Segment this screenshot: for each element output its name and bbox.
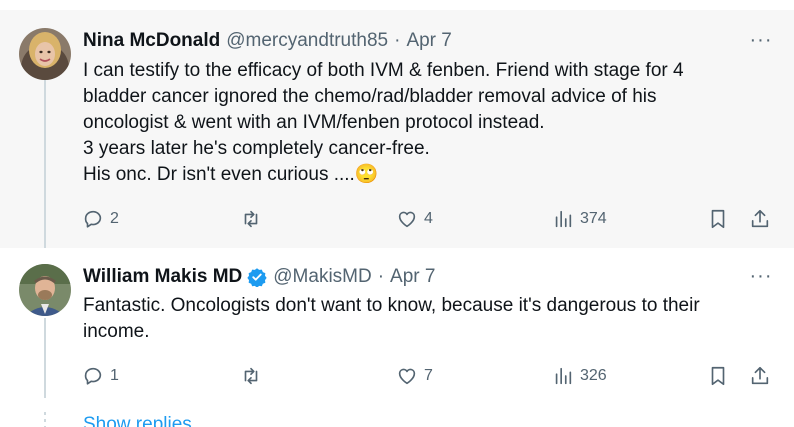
- tweet-text: Fantastic. Oncologists don't want to kno…: [83, 293, 783, 345]
- tweet-header: Nina McDonald @mercyandtruth85 · Apr 7: [83, 28, 452, 54]
- avatar-nina-mcdonald[interactable]: [19, 28, 71, 80]
- reply-icon: [84, 367, 102, 385]
- tweet-text-line: 3 years later he's completely cancer-fre…: [83, 138, 430, 159]
- more-icon[interactable]: ···: [748, 266, 774, 286]
- like-button[interactable]: 7: [396, 364, 433, 388]
- share-button[interactable]: [749, 364, 771, 388]
- separator-dot: ·: [377, 266, 385, 287]
- tweet-date[interactable]: Apr 7: [406, 30, 451, 52]
- views-icon: [555, 210, 572, 228]
- show-replies-link[interactable]: Show replies: [83, 414, 192, 427]
- bookmark-icon: [711, 366, 725, 386]
- reply-count: 2: [110, 210, 119, 227]
- tweet-text-line: I can testify to the efficacy of both IV…: [83, 60, 684, 81]
- views-button[interactable]: 326: [552, 364, 607, 388]
- tweet-text-line: oncologist & went with an IVM/fenben pro…: [83, 112, 545, 133]
- thread-dotted-line: [44, 412, 46, 427]
- views-count: 326: [580, 367, 607, 384]
- tweet-actions: 1 7 326: [82, 364, 782, 388]
- tweet-text-line: His onc. Dr isn't even curious ....🙄: [83, 164, 379, 185]
- tweet-date[interactable]: Apr 7: [390, 266, 435, 288]
- reply-icon: [84, 210, 102, 228]
- thread-line: [44, 318, 46, 398]
- author-handle[interactable]: @MakisMD: [273, 266, 371, 288]
- more-icon[interactable]: ···: [748, 30, 774, 50]
- bookmark-button[interactable]: [707, 207, 729, 231]
- reply-button[interactable]: 2: [82, 207, 119, 231]
- views-icon: [555, 367, 572, 385]
- tweet-header: William Makis MD @MakisMD · Apr 7: [83, 264, 435, 290]
- share-button[interactable]: [749, 207, 771, 231]
- tweet-text-line: bladder cancer ignored the chemo/rad/bla…: [83, 86, 657, 107]
- like-count: 4: [424, 210, 433, 227]
- views-count: 374: [580, 210, 607, 227]
- tweet-text: I can testify to the efficacy of both IV…: [83, 58, 783, 188]
- verified-badge-icon: [247, 268, 267, 287]
- like-icon: [398, 368, 416, 385]
- like-button[interactable]: 4: [396, 207, 433, 231]
- retweet-icon: [244, 367, 258, 385]
- avatar-william-makis[interactable]: [19, 264, 71, 316]
- share-icon: [751, 209, 769, 228]
- author-name[interactable]: William Makis MD: [83, 266, 242, 288]
- tweet-text-line: Fantastic. Oncologists don't want to kno…: [83, 295, 700, 316]
- retweet-icon: [244, 210, 258, 228]
- like-icon: [398, 211, 416, 228]
- author-name[interactable]: Nina McDonald: [83, 30, 220, 52]
- bookmark-button[interactable]: [707, 364, 729, 388]
- retweet-button[interactable]: [240, 207, 268, 231]
- like-count: 7: [424, 367, 433, 384]
- reply-button[interactable]: 1: [82, 364, 119, 388]
- separator-dot: ·: [394, 30, 401, 51]
- reply-count: 1: [110, 367, 119, 384]
- author-handle[interactable]: @mercyandtruth85: [226, 30, 388, 52]
- bookmark-icon: [711, 209, 725, 229]
- views-button[interactable]: 374: [552, 207, 607, 231]
- tweet-text-line: income.: [83, 321, 150, 342]
- tweet-actions: 2 4 374: [82, 207, 782, 231]
- retweet-button[interactable]: [240, 364, 268, 388]
- share-icon: [751, 366, 769, 385]
- thread-line: [44, 72, 46, 248]
